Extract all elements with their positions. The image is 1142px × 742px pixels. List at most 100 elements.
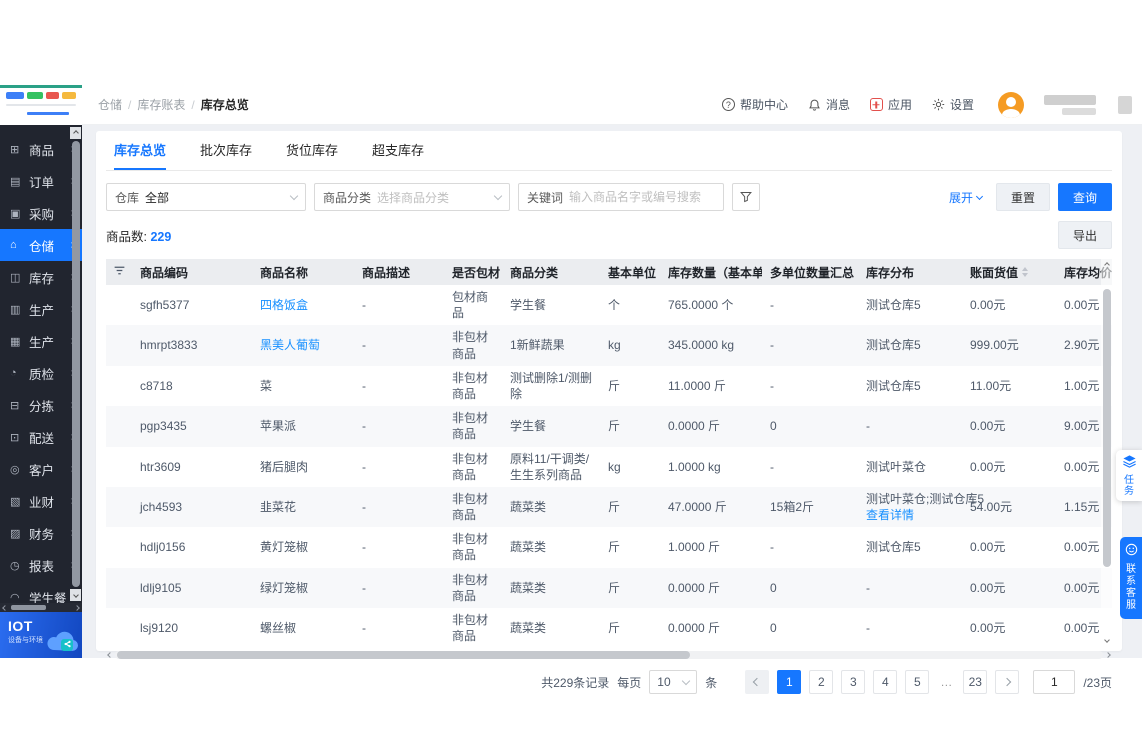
cell-desc: - [362, 621, 366, 636]
per-page-unit: 条 [705, 675, 718, 690]
cell-qty: 47.0000 斤 [668, 499, 727, 514]
avatar[interactable] [998, 91, 1024, 118]
breadcrumb-item[interactable]: 仓储 [98, 96, 122, 113]
sidebar-item-delivery[interactable]: ⊡ 配送 [0, 421, 82, 453]
page-button-3[interactable]: 3 [841, 670, 866, 695]
sidebar-horizontal-scrollbar[interactable] [0, 603, 82, 612]
sidebar-item-purchase[interactable]: ▣ 采购 [0, 197, 82, 229]
next-page-button[interactable] [995, 670, 1020, 695]
sidebar-item-customers[interactable]: ◎ 客户 [0, 453, 82, 485]
tab-overdraft[interactable]: 超支库存 [372, 131, 424, 170]
reset-button[interactable]: 重置 [995, 183, 1050, 211]
scroll-left-icon[interactable] [107, 652, 113, 659]
table-row: sgfh5377 四格饭盒 - 包材商品 学生餐 个 765.0000 个 - 测试仓库5 0.0… [106, 285, 1112, 325]
scroll-right-icon[interactable] [74, 604, 80, 611]
page-jump-input[interactable] [1033, 670, 1076, 695]
search-button[interactable]: 查询 [1057, 183, 1112, 211]
sidebar-item-warehouse[interactable]: ⌂ 仓储 [0, 229, 82, 261]
expand-button[interactable]: 展开 [949, 189, 984, 206]
page-button-1[interactable]: 1 [777, 670, 802, 695]
scroll-up-icon[interactable] [1103, 262, 1110, 268]
dist-value: - [866, 419, 870, 434]
cell-cat: 蔬菜类 [510, 580, 547, 595]
filter-funnel-button[interactable] [732, 183, 760, 211]
view-detail-link[interactable]: 查看详情 [866, 507, 954, 523]
page-button-5[interactable]: 5 [905, 670, 930, 695]
sidebar-scrollbar-thumb[interactable] [72, 141, 80, 587]
sidebar-item-biz-finance[interactable]: ▧ 业财 [0, 485, 82, 517]
column-settings-icon[interactable] [106, 259, 132, 285]
page-size-select[interactable]: 10 [649, 670, 698, 695]
tasks-widget[interactable]: 任务 [1116, 450, 1142, 501]
cell-name: 黄灯笼椒 [252, 527, 354, 567]
keyword-field[interactable]: 关键词 [518, 183, 724, 211]
sidebar-item-inventory[interactable]: ◫ 库存 [0, 261, 82, 293]
help-center-button[interactable]: 帮助中心 [721, 96, 788, 113]
cell-multi: - [770, 378, 774, 393]
sidebar-item-sorting[interactable]: ⊟ 分拣 [0, 389, 82, 421]
sidebar-hscroll-thumb[interactable] [11, 605, 47, 610]
sidebar-item-production-1[interactable]: ▥ 生产 [0, 293, 82, 325]
reports-icon: ◷ [10, 559, 20, 572]
page-button-23[interactable]: 23 [963, 670, 988, 695]
hscroll-thumb[interactable] [117, 651, 691, 660]
scroll-left-icon[interactable] [2, 604, 8, 611]
cell-dist: 测试叶菜仓;测试仓库5 查看详情 [858, 487, 984, 527]
sidebar-item-orders[interactable]: ▤ 订单 [0, 165, 82, 197]
messages-button[interactable]: 消息 [808, 96, 850, 113]
scroll-down-icon[interactable] [1103, 637, 1110, 644]
sidebar-item-quality[interactable]: ◔ 质检 [0, 357, 82, 389]
logo-tile-green [27, 92, 43, 99]
table-vertical-scrollbar[interactable] [1101, 259, 1112, 649]
sidebar-item-production-2[interactable]: ▦ 生产 [0, 325, 82, 357]
cell-multi: 0 [770, 580, 777, 595]
category-placeholder: 选择商品分类 [377, 190, 450, 205]
column-header: 库存分布 [858, 259, 962, 285]
tab-batch[interactable]: 批次库存 [200, 131, 252, 170]
apps-button[interactable]: 应用 [869, 96, 912, 113]
warehouse-select[interactable]: 仓库 全部 [106, 183, 306, 211]
export-button[interactable]: 导出 [1057, 221, 1112, 249]
page-button-4[interactable]: 4 [873, 670, 898, 695]
tab-location[interactable]: 货位库存 [286, 131, 338, 170]
sidebar-scroll-down-icon[interactable] [70, 589, 81, 601]
sort-icons[interactable] [1022, 267, 1029, 277]
table-row: pgp3435 苹果派 - 非包材商品 学生餐斤 0.0000 斤 0-0.00元 9.00元 [106, 406, 1112, 447]
cell-code: hdlj0156 [140, 540, 186, 555]
vscroll-thumb[interactable] [1102, 289, 1111, 567]
keyword-input[interactable] [569, 190, 715, 204]
cell-pack: 非包材商品 [452, 532, 489, 563]
tab-overview[interactable]: 库存总览 [114, 131, 167, 170]
sidebar-item-label: 订单 [29, 175, 55, 190]
cell-value: 999.00元 [970, 338, 1019, 353]
column-header[interactable]: 库存数量（基本单位） [660, 259, 762, 285]
column-header[interactable]: 账面货值 [962, 259, 1056, 285]
sidebar-item-finance[interactable]: ▨ 财务 [0, 517, 82, 549]
product-name: 苹果派 [260, 419, 297, 434]
scroll-right-icon[interactable] [1105, 652, 1111, 659]
table-horizontal-scrollbar[interactable] [106, 650, 1112, 660]
product-name-link[interactable]: 四格饭盒 [260, 298, 308, 312]
cell-cat: 原料11/干调类/生生系列商品 [510, 451, 590, 482]
cell-desc: - [362, 419, 366, 434]
sidebar-item-reports[interactable]: ◷ 报表 [0, 549, 82, 581]
category-select[interactable]: 商品分类 选择商品分类 [314, 183, 510, 211]
table-row: hmrpt3833 黑美人葡萄 - 非包材商品 1新鲜蔬果 kg 345.0000 kg - 测… [106, 325, 1112, 366]
prev-page-button[interactable] [745, 670, 770, 695]
cell-dist: 测试叶菜仓 [858, 447, 962, 487]
breadcrumb-item[interactable]: 库存账表 [137, 96, 185, 113]
product-name: 螺丝椒 [260, 621, 297, 636]
settings-button[interactable]: 设置 [932, 96, 974, 113]
blurred-block [1118, 95, 1132, 114]
sidebar-item-label: 生产 [29, 335, 55, 350]
cell-qty: 0.0000 斤 [668, 419, 721, 434]
chevron-down-icon [682, 676, 691, 686]
product-name-link[interactable]: 黑美人葡萄 [260, 338, 320, 352]
cell-desc: - [362, 298, 366, 313]
table-wrapper: 商品编码 商品名称 商品描述 是否包材商品分类 基本单位库存数量（基本单位） 多单位数量汇… [106, 259, 1112, 649]
contact-service-widget[interactable]: 联系客服 [1120, 537, 1142, 619]
sidebar-scroll-up-icon[interactable] [70, 127, 81, 139]
row-icon-cell [106, 366, 132, 406]
chevron-right-icon [1003, 678, 1012, 687]
page-button-2[interactable]: 2 [809, 670, 834, 695]
